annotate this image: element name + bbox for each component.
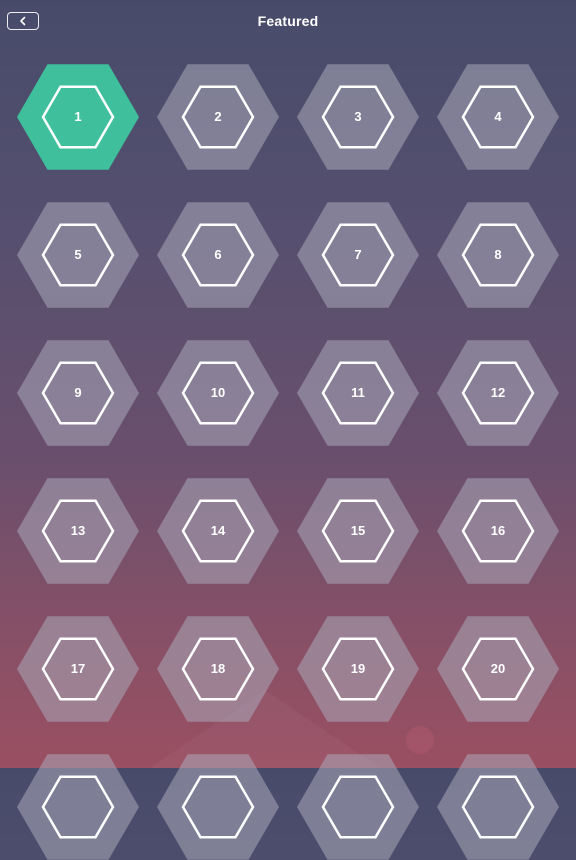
level-number: 15 <box>350 523 366 538</box>
level-button-10[interactable]: 10 <box>157 340 279 446</box>
level-number <box>157 754 279 860</box>
level-number: 12 <box>490 385 506 400</box>
level-number: 11 <box>351 385 365 400</box>
level-button-4[interactable]: 4 <box>437 64 559 170</box>
level-number: 2 <box>214 109 222 124</box>
level-number: 8 <box>494 247 502 262</box>
level-number: 13 <box>70 523 86 538</box>
level-number <box>297 754 419 860</box>
level-number <box>437 754 559 860</box>
level-number: 3 <box>354 109 362 124</box>
level-number: 7 <box>354 247 362 262</box>
level-number: 14 <box>210 523 226 538</box>
level-button-11[interactable]: 11 <box>297 340 419 446</box>
level-button-5[interactable]: 5 <box>17 202 139 308</box>
level-button-1[interactable]: 1 <box>17 64 139 170</box>
level-number: 18 <box>210 661 226 676</box>
level-button-2[interactable]: 2 <box>157 64 279 170</box>
level-number: 1 <box>74 109 82 124</box>
level-button-row6-col1[interactable] <box>17 754 139 860</box>
level-number: 10 <box>210 385 226 400</box>
level-button-7[interactable]: 7 <box>297 202 419 308</box>
level-number: 9 <box>74 385 82 400</box>
level-number: 16 <box>490 523 506 538</box>
level-button-14[interactable]: 14 <box>157 478 279 584</box>
level-number: 20 <box>490 661 506 676</box>
page-title: Featured <box>257 13 319 29</box>
level-button-row6-col4[interactable] <box>437 754 559 860</box>
level-button-20[interactable]: 20 <box>437 616 559 722</box>
level-number: 4 <box>494 109 502 124</box>
top-bar: Featured <box>0 0 576 44</box>
level-number: 5 <box>74 247 82 262</box>
level-button-6[interactable]: 6 <box>157 202 279 308</box>
level-button-row6-col2[interactable] <box>157 754 279 860</box>
level-button-3[interactable]: 3 <box>297 64 419 170</box>
level-number: 19 <box>350 661 366 676</box>
level-button-16[interactable]: 16 <box>437 478 559 584</box>
level-button-15[interactable]: 15 <box>297 478 419 584</box>
level-number <box>17 754 139 860</box>
level-button-12[interactable]: 12 <box>437 340 559 446</box>
level-button-row6-col3[interactable] <box>297 754 419 860</box>
level-button-17[interactable]: 17 <box>17 616 139 722</box>
level-button-13[interactable]: 13 <box>17 478 139 584</box>
level-button-19[interactable]: 19 <box>297 616 419 722</box>
level-number: 6 <box>214 247 222 262</box>
level-button-9[interactable]: 9 <box>17 340 139 446</box>
level-button-8[interactable]: 8 <box>437 202 559 308</box>
level-button-18[interactable]: 18 <box>157 616 279 722</box>
level-number: 17 <box>70 661 86 676</box>
